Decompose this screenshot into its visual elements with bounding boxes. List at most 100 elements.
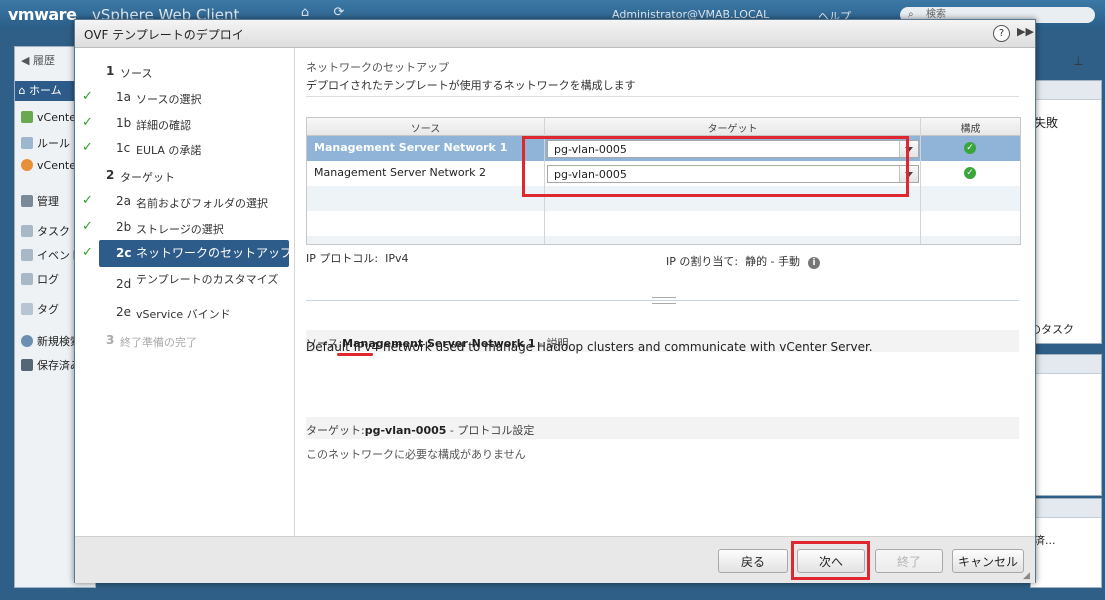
wizard-step-2e[interactable]: 2e vService バインド: [75, 299, 294, 329]
nav-item-label: タスク: [37, 225, 70, 238]
page-title: ネットワークのセットアップ: [306, 61, 449, 74]
step-number: 1: [106, 64, 115, 78]
events-icon: [21, 249, 33, 261]
target-section-header: ターゲット:pg-vlan-0005 - プロトコル設定: [306, 417, 1019, 439]
check-icon: ✓: [82, 89, 93, 104]
highlight-underline: [337, 353, 373, 356]
check-icon: ✓: [82, 115, 93, 130]
deploy-ovf-dialog: OVF テンプレートのデプロイ ? ▶▶ 1 ソース ✓ 1a ソースの選択 ✓ 1b 詳細の…: [74, 19, 1036, 583]
history-back-label: 履歴: [32, 54, 55, 67]
step-label: 終了準備の完了: [120, 336, 197, 349]
empty-row: [307, 236, 1020, 244]
dialog-titlebar: OVF テンプレートのデプロイ ? ▶▶: [75, 20, 1035, 48]
nav-home-label: ホーム: [28, 84, 62, 97]
nav-item-label: タグ: [37, 303, 59, 316]
column-header-source[interactable]: ソース: [307, 120, 544, 135]
step-number: 2b: [116, 220, 132, 234]
wizard-step-2: 2 ターゲット: [75, 162, 294, 188]
help-icon[interactable]: ?: [993, 25, 1010, 42]
info-icon[interactable]: i: [808, 257, 821, 269]
nav-item-label: ルール: [37, 137, 70, 150]
wizard-step-1: 1 ソース: [75, 58, 294, 84]
ip-assign-value: 静的 - 手動: [745, 255, 801, 268]
back-button[interactable]: 戻る: [718, 549, 788, 573]
source-network: Management Server Network 1: [314, 141, 508, 154]
step-number: 2: [106, 168, 115, 182]
step-number: 1c: [116, 141, 131, 155]
column-header-target[interactable]: ターゲット: [545, 120, 920, 135]
splitter-grip[interactable]: [652, 297, 676, 304]
step-label: ターゲット: [120, 171, 175, 184]
ip-protocol-value: IPv4: [385, 252, 409, 265]
wizard-step-1c[interactable]: ✓ 1c EULA の承諾: [75, 135, 294, 161]
resize-grip-icon[interactable]: ◢: [1023, 571, 1033, 581]
step-number: 1a: [116, 90, 131, 104]
step-number: 2e: [116, 305, 132, 319]
ip-protocol: IP プロトコル: IPv4: [306, 250, 408, 266]
check-circle-icon: ✓: [964, 142, 976, 154]
step-number: 2d: [116, 277, 132, 291]
step-label: テンプレートのカスタマイズ: [136, 273, 279, 286]
tasks-icon: [21, 225, 33, 237]
right-panel-box: [1030, 354, 1102, 496]
divider: [306, 96, 1019, 97]
step-number: 3: [106, 333, 115, 347]
saved-label: 済...: [1034, 534, 1056, 547]
wizard-step-2d[interactable]: 2d テンプレートのカスタマイズ: [75, 271, 294, 301]
ip-assignment: IP の割り当て: 静的 - 手動 i: [666, 253, 821, 269]
wizard-step-3: 3 終了準備の完了: [75, 327, 294, 353]
column-header-config[interactable]: 構成: [921, 120, 1020, 135]
check-circle-icon: ✓: [964, 167, 976, 179]
wizard-step-2c[interactable]: ✓ 2c ネットワークのセットアップ: [75, 240, 294, 267]
wizard-step-2b[interactable]: ✓ 2b ストレージの選択: [75, 214, 294, 240]
column-divider: [920, 118, 921, 244]
step-label: ソースの選択: [136, 93, 202, 106]
step-number: 2a: [116, 194, 131, 208]
vcenter-icon: [21, 111, 33, 123]
history-back-button[interactable]: ◀ 履歴: [21, 53, 81, 69]
rules-icon: [21, 137, 33, 149]
orchestrator-icon: [21, 159, 33, 171]
dialog-footer: 戻る 次へ 終了 キャンセル ◢: [75, 536, 1035, 583]
wizard-step-1a[interactable]: ✓ 1a ソースの選択: [75, 84, 294, 110]
no-config-message: このネットワークに必要な構成がありません: [306, 448, 526, 461]
step-label: 詳細の確認: [136, 119, 191, 132]
wizard-step-2a[interactable]: ✓ 2a 名前およびフォルダの選択: [75, 188, 294, 214]
step-number: 2c: [116, 246, 132, 260]
nav-item-label: 管理: [37, 195, 59, 208]
refresh-icon[interactable]: ⟳: [332, 6, 346, 20]
step-label: ソース: [120, 67, 153, 80]
highlight-box: [791, 541, 870, 580]
expand-icon[interactable]: ▶▶: [1017, 25, 1034, 38]
cancel-button[interactable]: キャンセル: [952, 549, 1024, 573]
dialog-title: OVF テンプレートのデプロイ: [84, 28, 244, 42]
check-icon: ✓: [82, 193, 93, 208]
section-prefix: ターゲット:: [306, 424, 365, 437]
logs-icon: [21, 273, 33, 285]
step-label: EULA の承諾: [136, 144, 202, 157]
step-label: ネットワークのセットアップ: [136, 246, 293, 260]
wizard-step-1b[interactable]: ✓ 1b 詳細の確認: [75, 110, 294, 136]
step-number: 1b: [116, 116, 132, 130]
check-icon: ✓: [82, 219, 93, 234]
highlight-box: [522, 136, 909, 197]
fail-label: 失敗: [1034, 116, 1059, 130]
nav-item-label: ログ: [37, 273, 59, 286]
vmware-logo: vmware: [8, 5, 77, 24]
search-icon: [21, 335, 33, 347]
section-suffix: - プロトコル設定: [449, 424, 535, 437]
finish-button: 終了: [875, 549, 943, 573]
right-pane: 失敗 のタスク 済...: [1030, 50, 1105, 590]
wizard-content: ネットワークのセットアップ デプロイされたテンプレートが使用するネットワークを構…: [295, 48, 1035, 536]
step-label: vService バインド: [136, 308, 231, 321]
empty-row: [307, 211, 1020, 236]
home-icon[interactable]: ⌂: [298, 6, 312, 20]
grid-header: ソース ターゲット 構成: [307, 118, 1020, 136]
section-name: pg-vlan-0005: [364, 424, 447, 437]
step-label: 名前およびフォルダの選択: [136, 197, 268, 210]
page-subtitle: デプロイされたテンプレートが使用するネットワークを構成します: [306, 79, 636, 92]
step-label: ストレージの選択: [136, 223, 224, 236]
admin-icon: [21, 195, 33, 207]
save-icon: [21, 359, 33, 371]
check-icon: ✓: [82, 140, 93, 155]
